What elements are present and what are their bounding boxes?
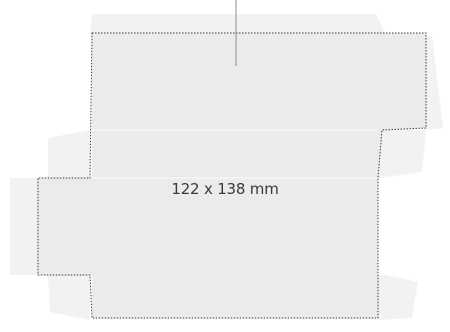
right-lower-flap xyxy=(378,275,418,320)
main-panel xyxy=(92,33,426,318)
glue-panel xyxy=(38,178,92,275)
left-outer-flap xyxy=(10,178,38,275)
right-side-flap-lower xyxy=(378,130,426,178)
box-dieline-diagram xyxy=(10,0,443,320)
left-lower-flap xyxy=(48,275,90,320)
right-side-flap xyxy=(426,36,443,130)
left-upper-flap xyxy=(48,130,90,178)
dimension-label: 122 x 138 mm xyxy=(171,180,279,198)
